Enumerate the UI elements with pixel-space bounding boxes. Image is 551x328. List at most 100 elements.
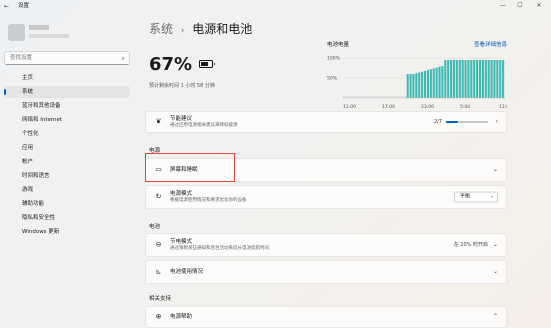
chart-bar[interactable] [360, 96, 363, 98]
chevron-down-icon: ⌄ [492, 268, 498, 275]
chart-bar[interactable] [461, 60, 464, 98]
chart-bar[interactable] [380, 96, 383, 98]
card-description: 通过应用电源相关建议来降低能源 [170, 123, 238, 128]
sidebar-item[interactable]: 隐私和安全性 [4, 212, 130, 224]
sidebar-item[interactable]: 网络和 Internet [4, 114, 130, 126]
chart-title: 电池电量 [327, 42, 350, 48]
chart-bar[interactable] [499, 60, 502, 98]
sidebar-item[interactable]: 游戏 [4, 184, 130, 196]
chart-bar[interactable] [432, 68, 435, 98]
chart-bar[interactable] [452, 60, 456, 98]
chart-bar[interactable] [345, 96, 348, 98]
chevron-right-icon: › [495, 118, 498, 125]
sidebar-item[interactable]: 蓝牙和其他设备 [4, 100, 130, 112]
chart-bar[interactable] [418, 72, 421, 98]
chart-bar[interactable] [389, 96, 392, 98]
chart-bar[interactable] [435, 67, 438, 98]
sidebar-item[interactable]: 个性化 [4, 128, 130, 140]
chart-bar[interactable] [455, 60, 458, 98]
chart-bar[interactable] [467, 60, 470, 98]
search-icon: ⌕ [121, 55, 125, 62]
chart-bar[interactable] [424, 70, 427, 98]
chart-bar[interactable] [458, 60, 461, 98]
chart-bar[interactable] [415, 73, 418, 98]
chart-bar[interactable] [490, 60, 493, 98]
chart-bar[interactable] [403, 96, 406, 98]
chart-bar[interactable] [487, 60, 490, 98]
chart-bar[interactable] [383, 96, 386, 98]
chart-bar[interactable] [470, 60, 473, 98]
chart-bar[interactable] [409, 74, 412, 98]
minimize-icon[interactable]: — [496, 1, 510, 11]
chart-bar[interactable] [348, 96, 351, 98]
power-mode-card: ↻ 电源模式 根据电源使用情况和要求优化你的设备 平衡 ⌄ [145, 185, 507, 209]
chart-bar[interactable] [397, 96, 401, 98]
chevron-up-icon: ⌃ [492, 313, 498, 320]
sidebar-item[interactable]: 主页 [4, 72, 130, 84]
chart-icon: ⊾ [155, 267, 162, 276]
chart-bar[interactable] [473, 60, 476, 98]
chart-bar[interactable] [392, 96, 395, 98]
chart-bar[interactable] [478, 60, 482, 98]
chart-bar[interactable] [366, 96, 369, 98]
sidebar-item-label: Windows 更新 [22, 229, 60, 235]
battery-usage-card[interactable]: ⊾ 电池使用情况 ⌄ [145, 260, 507, 284]
sidebar-item-label: 蓝牙和其他设备 [22, 103, 61, 109]
user-name-redacted [29, 25, 49, 30]
breadcrumb-parent[interactable]: 系统 [149, 22, 173, 36]
card-title: 电源帮助 [170, 314, 193, 320]
chart-bar[interactable] [444, 60, 447, 98]
sidebar-item[interactable]: Windows 更新 [4, 226, 130, 238]
chart-bar[interactable] [438, 66, 441, 98]
breadcrumb: 系统 › 电源和电池 [149, 20, 252, 38]
chart-bar[interactable] [343, 96, 346, 98]
user-email-redacted [29, 34, 69, 38]
power-mode-select[interactable]: 平衡 ⌄ [454, 191, 498, 203]
back-arrow-icon[interactable]: ← [4, 2, 12, 11]
chart-bar[interactable] [369, 96, 372, 98]
chart-bar[interactable] [484, 60, 487, 98]
chart-bar[interactable] [441, 66, 444, 98]
chart-bar[interactable] [386, 96, 389, 98]
sidebar-item[interactable]: 系统 [4, 86, 130, 98]
chevron-down-icon: ⌄ [492, 166, 498, 173]
power-help-card[interactable]: ⊕ 电源帮助 ⌃ [145, 306, 507, 328]
title-bar: ← 设置 — ☐ ✕ [0, 0, 551, 14]
chart-bar[interactable] [493, 60, 496, 98]
chart-bar[interactable] [351, 96, 354, 98]
chart-bar[interactable] [406, 74, 409, 98]
sidebar-item[interactable]: 帐户 [4, 156, 130, 168]
chart-bar[interactable] [502, 60, 505, 98]
chart-bar[interactable] [371, 96, 375, 98]
chart-bar[interactable] [496, 60, 499, 98]
chart-bar[interactable] [412, 74, 415, 98]
chart-bar[interactable] [447, 60, 450, 98]
chevron-down-icon: ⌄ [492, 241, 498, 248]
avatar[interactable] [8, 24, 25, 41]
details-link[interactable]: 查看详细信息 [474, 41, 507, 49]
chart-bar[interactable] [377, 96, 380, 98]
chart-bar[interactable] [374, 96, 377, 98]
chart-bar[interactable] [426, 70, 429, 98]
recommend-progress [446, 121, 488, 123]
chart-bar[interactable] [363, 96, 366, 98]
chart-bar[interactable] [450, 60, 453, 98]
chart-bar[interactable] [464, 60, 467, 98]
chart-bar[interactable] [400, 96, 403, 98]
chart-bar[interactable] [429, 69, 432, 98]
chart-bar[interactable] [421, 71, 424, 98]
chart-bar[interactable] [481, 60, 484, 98]
search-input[interactable]: 查找设置 ⌕ [4, 51, 130, 65]
sidebar-item[interactable]: 应用 [4, 142, 130, 154]
maximize-icon[interactable]: ☐ [513, 1, 527, 11]
chart-bar[interactable] [354, 96, 357, 98]
close-icon[interactable]: ✕ [532, 1, 546, 11]
chart-bar[interactable] [395, 96, 398, 98]
chevron-right-icon: › [180, 26, 185, 36]
chart-bar[interactable] [476, 60, 479, 98]
battery-saver-card[interactable]: ⊖ 节电模式 通过限制某些通知和后台活动来延长电池续航时间 在 20% 时开启 … [145, 233, 507, 257]
chart-bar[interactable] [357, 96, 360, 98]
sidebar-item[interactable]: 时间和语言 [4, 170, 130, 182]
sidebar-item[interactable]: 辅助功能 [4, 198, 130, 210]
energy-recommendations-card[interactable]: ❦ 节能建议 通过应用电源相关建议来降低能源 2/7 › [145, 111, 507, 133]
